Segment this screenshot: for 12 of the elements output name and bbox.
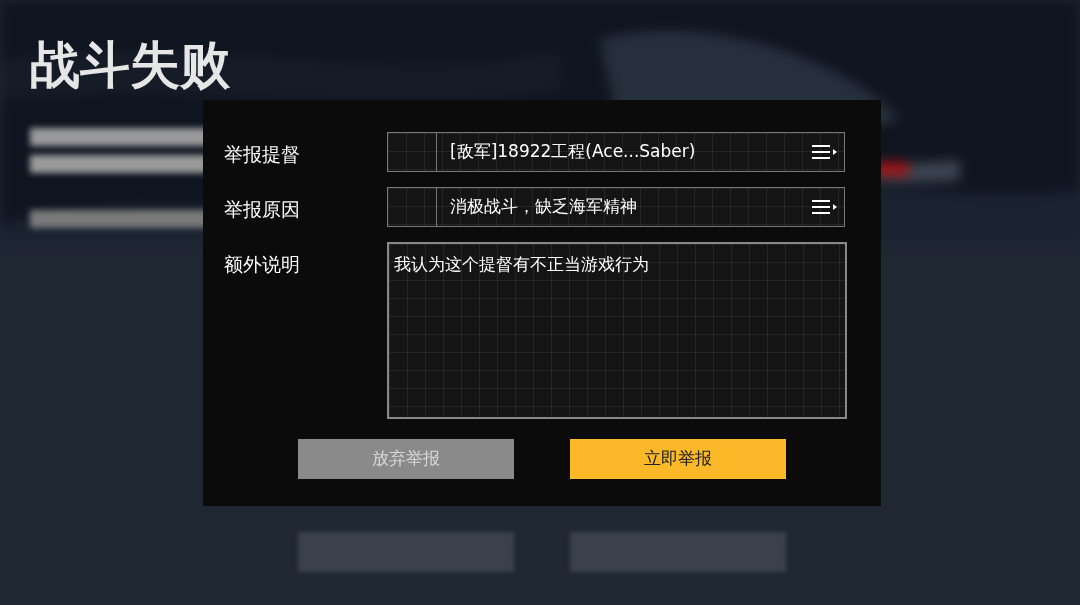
field-label: 举报原因 (224, 197, 301, 222)
menu-icon[interactable] (812, 144, 838, 160)
dropdown-field[interactable]: [敌军]18922工程(Ace...Saber) (387, 132, 845, 172)
menu-icon[interactable] (812, 199, 838, 215)
submit-button[interactable]: 立即举报 (570, 439, 786, 479)
field-label: 举报提督 (224, 142, 301, 167)
dropdown-value: 消极战斗，缺乏海军精神 (449, 195, 638, 219)
field-label: 额外说明 (224, 252, 301, 277)
dropdown-field[interactable]: 消极战斗，缺乏海军精神 (387, 187, 845, 227)
screen-title: 战斗失败 (30, 40, 230, 90)
text-area[interactable]: 我认为这个提督有不正当游戏行为 (387, 242, 847, 419)
dropdown-value: [敌军]18922工程(Ace...Saber) (449, 140, 697, 164)
